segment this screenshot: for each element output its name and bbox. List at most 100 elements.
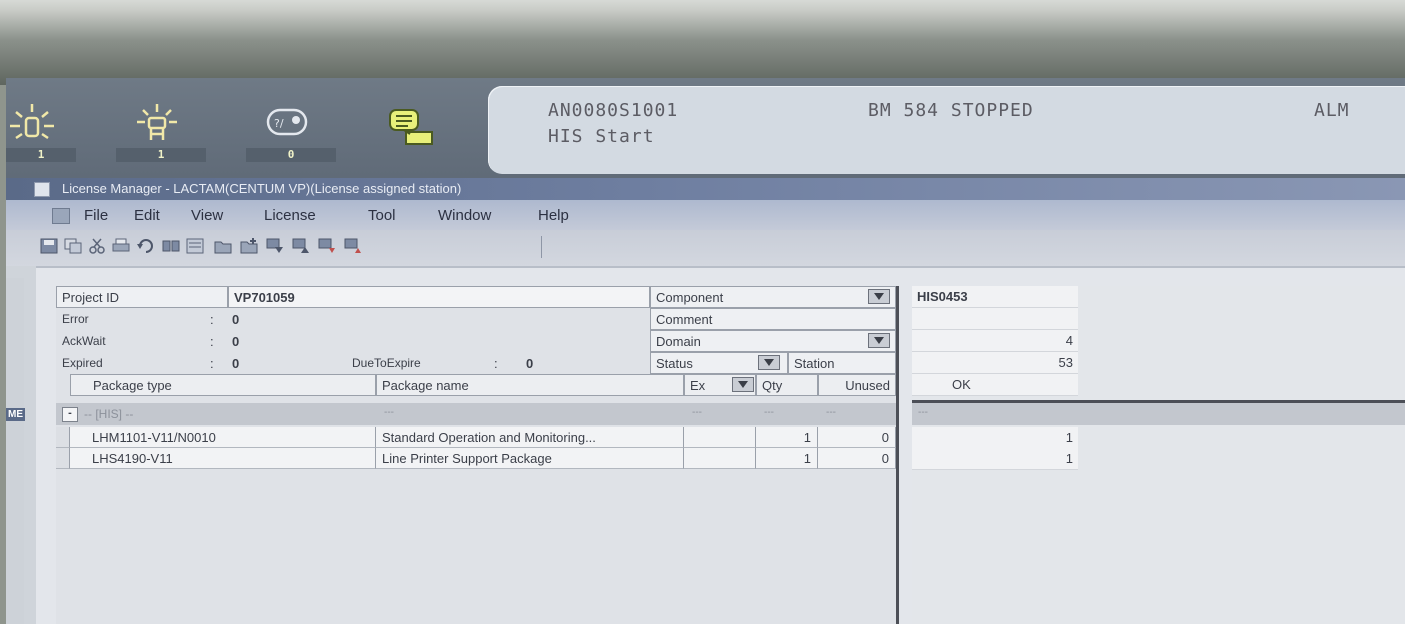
- app-icon: [34, 182, 50, 197]
- cut-icon[interactable]: [88, 238, 106, 254]
- group-ex-placeholder: ---: [692, 407, 702, 418]
- domain-filter[interactable]: Domain: [650, 330, 896, 352]
- unassign-icon[interactable]: [292, 238, 310, 254]
- group-unused-placeholder: ---: [826, 407, 836, 418]
- ex-label: Ex: [690, 378, 706, 393]
- station-row-value: 1: [912, 448, 1078, 470]
- menu-file[interactable]: File: [84, 207, 108, 224]
- station-group-row[interactable]: ---: [912, 403, 1405, 425]
- row-unused: 0: [818, 448, 896, 469]
- station-comment-value[interactable]: [912, 308, 1078, 330]
- menu-view[interactable]: View: [191, 207, 223, 224]
- group-name-placeholder: ---: [384, 407, 394, 418]
- list-icon[interactable]: [186, 238, 204, 254]
- message-text: BM 584 STOPPED: [868, 100, 1034, 121]
- operator-guide-count: 0: [246, 148, 336, 162]
- duetoexpire-colon: :: [494, 356, 498, 371]
- row-gutter: [56, 448, 70, 469]
- export-icon[interactable]: [344, 238, 362, 254]
- package-panel: Project ID VP701059 Error : 0 AckWait : …: [56, 286, 899, 624]
- component-dropdown-icon[interactable]: [868, 289, 890, 304]
- column-header-qty[interactable]: Qty: [756, 374, 818, 396]
- domain-dropdown-icon[interactable]: [868, 333, 890, 348]
- menu-license[interactable]: License: [264, 207, 316, 224]
- component-filter-label: Component: [656, 290, 724, 305]
- menu-tool[interactable]: Tool: [368, 207, 396, 224]
- hmi-screen: 1 1 ?/ 0 AN0080S1001 BM 584 STOPPED ALM …: [6, 78, 1405, 624]
- row-package-name: Line Printer Support Package: [376, 448, 684, 469]
- collapse-toggle-icon[interactable]: -: [62, 407, 78, 422]
- process-alarm-count: 1: [6, 148, 76, 162]
- station-group-placeholder: ---: [918, 407, 928, 418]
- import-icon[interactable]: [318, 238, 336, 254]
- station-status-value: OK: [912, 374, 1078, 396]
- assign-icon[interactable]: [266, 238, 284, 254]
- ackwait-label: AckWait: [62, 334, 106, 348]
- status-filter-label: Status: [656, 356, 693, 371]
- message-line2: HIS Start: [548, 126, 655, 147]
- window-titlebar[interactable]: License Manager - LACTAM(CENTUM VP)(Lice…: [6, 178, 1405, 200]
- menu-bar: File Edit View License Tool Window Help: [6, 200, 1405, 230]
- row-package-type: LHM1101-V11/N0010: [70, 427, 376, 448]
- new-folder-icon[interactable]: [240, 238, 258, 254]
- table-row[interactable]: LHM1101-V11/N0010 Standard Operation and…: [56, 427, 896, 448]
- undo-icon[interactable]: [136, 238, 154, 254]
- station-number-value[interactable]: 53: [912, 352, 1078, 374]
- station-row-value: 1: [912, 427, 1078, 449]
- row-qty: 1: [756, 427, 818, 448]
- station-filter[interactable]: Station: [788, 352, 896, 374]
- menu-edit[interactable]: Edit: [134, 207, 160, 224]
- menu-window[interactable]: Window: [438, 207, 491, 224]
- comment-filter-label: Comment: [656, 312, 713, 327]
- system-alarm-count: 1: [116, 148, 206, 162]
- window-title: License Manager - LACTAM(CENTUM VP)(Lice…: [62, 181, 462, 196]
- toolbar-separator: [541, 236, 542, 258]
- column-header-package-type[interactable]: Package type: [70, 374, 376, 396]
- ex-dropdown-icon[interactable]: [732, 377, 754, 392]
- print-icon[interactable]: [112, 238, 130, 254]
- find-icon[interactable]: [162, 238, 180, 254]
- folder-icon[interactable]: [214, 238, 232, 254]
- monitor-bezel: [0, 0, 1405, 85]
- message-monitor-icon: [389, 109, 433, 145]
- status-dropdown-icon[interactable]: [758, 355, 780, 370]
- message-display[interactable]: AN0080S1001 BM 584 STOPPED ALM HIS Start: [488, 86, 1405, 174]
- ackwait-colon: :: [210, 334, 214, 349]
- copy-icon[interactable]: [64, 238, 82, 254]
- component-filter[interactable]: Component: [650, 286, 896, 308]
- message-monitor-button[interactable]: [384, 100, 450, 158]
- row-package-name: Standard Operation and Monitoring...: [376, 427, 684, 448]
- group-qty-placeholder: ---: [764, 407, 774, 418]
- table-row[interactable]: LHS4190-V11 Line Printer Support Package…: [56, 448, 896, 469]
- domain-filter-label: Domain: [656, 334, 701, 349]
- row-unused: 0: [818, 427, 896, 448]
- save-icon[interactable]: [40, 238, 58, 254]
- error-colon: :: [210, 312, 214, 327]
- svg-text:?/: ?/: [274, 117, 284, 130]
- station-domain-value[interactable]: 4: [912, 330, 1078, 352]
- row-qty: 1: [756, 448, 818, 469]
- left-edge-strip: ME: [6, 278, 25, 624]
- group-row-his[interactable]: - -- [HIS] -- --- --- --- ---: [56, 403, 896, 425]
- alarm-banner: 1 1 ?/ 0 AN0080S1001 BM 584 STOPPED ALM …: [6, 78, 1405, 184]
- group-label: -- [HIS] --: [84, 407, 134, 421]
- column-header-package-name[interactable]: Package name: [376, 374, 684, 396]
- row-ex: [684, 448, 756, 469]
- ackwait-count: 0: [232, 334, 240, 349]
- toolbar: [6, 230, 1405, 266]
- document-icon[interactable]: [52, 208, 70, 224]
- menu-help[interactable]: Help: [538, 207, 569, 224]
- column-header-unused[interactable]: Unused: [818, 374, 896, 396]
- expired-count: 0: [232, 356, 240, 371]
- project-id-label: Project ID: [56, 286, 228, 308]
- comment-filter[interactable]: Comment: [650, 308, 896, 330]
- message-class: ALM: [1314, 100, 1350, 121]
- message-tag: AN0080S1001: [548, 100, 679, 121]
- project-id-value: VP701059: [228, 286, 650, 308]
- station-component-value[interactable]: HIS0453: [912, 286, 1078, 308]
- row-ex: [684, 427, 756, 448]
- expired-label: Expired: [62, 356, 103, 370]
- edge-label: ME: [6, 408, 25, 421]
- license-manager-client: Project ID VP701059 Error : 0 AckWait : …: [36, 266, 1405, 624]
- error-count: 0: [232, 312, 240, 327]
